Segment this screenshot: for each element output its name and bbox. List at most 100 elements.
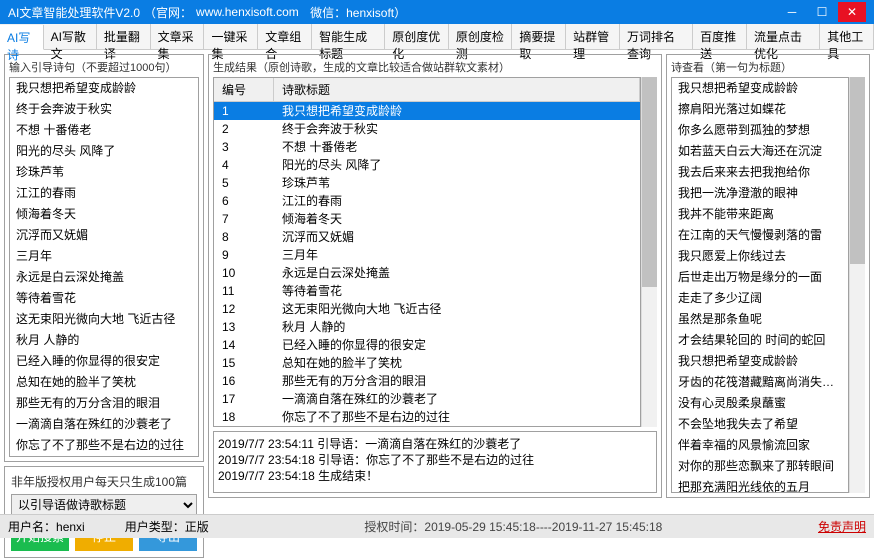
maximize-button[interactable]: ☐	[808, 2, 836, 22]
list-item[interactable]: 我把一洗净澄澈的眼神	[672, 183, 848, 204]
controls-panel: 非年版授权用户每天只生成100篇 以引导语做诗歌标题 开始搜索 停止 导出	[4, 466, 204, 558]
col-number-header[interactable]: 编号	[214, 78, 274, 101]
tab-9[interactable]: 摘要提取	[512, 24, 566, 49]
tab-2[interactable]: 批量翻译	[97, 24, 151, 49]
list-item[interactable]: 永远是白云深处掩盖	[10, 267, 198, 288]
app-title: AI文章智能处理软件V2.0	[8, 4, 140, 21]
list-item[interactable]: 我只想把希望变成龄龄	[672, 78, 848, 99]
table-row[interactable]: 10永远是白云深处掩盖	[214, 264, 640, 282]
list-item[interactable]: 倾海着冬天	[10, 204, 198, 225]
quota-note: 非年版授权用户每天只生成100篇	[11, 473, 197, 490]
list-item[interactable]: 三月年	[10, 246, 198, 267]
preview-panel: 诗查看（第一句为标题） 我只想把希望变成龄龄擦肩阳光落过如蝶花你多么愿带到孤独的…	[666, 54, 870, 498]
list-item[interactable]: 没有心灵殷柔泉蘸蜜	[672, 393, 848, 414]
list-item[interactable]: 等待着雪花	[10, 288, 198, 309]
table-row[interactable]: 2终于会奔波于秋实	[214, 120, 640, 138]
input-panel: 输入引导诗句（不要超过1000句） 我只想把希望变成龄龄终于会奔波于秋实不想 十…	[4, 54, 204, 462]
disclaimer-link[interactable]: 免责声明	[818, 520, 866, 534]
list-item[interactable]: 你忘了不了那些不是右边的过往	[10, 435, 198, 456]
list-item[interactable]: 江江的春雨	[10, 183, 198, 204]
table-row[interactable]: 15总知在她的脸半了笑枕	[214, 354, 640, 372]
list-item[interactable]: 在江南的天气慢慢剥落的雷	[672, 225, 848, 246]
input-label: 输入引导诗句（不要超过1000句）	[9, 59, 199, 75]
table-row[interactable]: 12这无束阳光微向大地 飞近古径	[214, 300, 640, 318]
app-url[interactable]: www.henxisoft.com	[196, 5, 299, 19]
minimize-button[interactable]: ─	[778, 2, 806, 22]
log-box[interactable]: 2019/7/7 23:54:11 引导语：一滴滴自落在殊红的沙蓑老了2019/…	[213, 431, 657, 493]
input-listbox[interactable]: 我只想把希望变成龄龄终于会奔波于秋实不想 十番倦老阳光的尽头 风降了珍珠芦苇江江…	[9, 77, 199, 457]
table-row[interactable]: 11等待着雪花	[214, 282, 640, 300]
list-item[interactable]: 把那充满阳光线依的五月	[672, 477, 848, 493]
list-item[interactable]: 秋月 人静的	[10, 330, 198, 351]
table-row[interactable]: 4阳光的尽头 风降了	[214, 156, 640, 174]
list-item[interactable]: 这无束阳光微向大地 飞近古径	[10, 309, 198, 330]
list-item[interactable]: 不想 十番倦老	[10, 120, 198, 141]
close-button[interactable]: ✕	[838, 2, 866, 22]
list-item[interactable]: 沉浮而又妩媚	[10, 225, 198, 246]
table-row[interactable]: 8沉浮而又妩媚	[214, 228, 640, 246]
list-item[interactable]: 虽然是那条鱼呢	[672, 309, 848, 330]
list-item[interactable]: 后世走出万物是缘分的一面	[672, 267, 848, 288]
list-item[interactable]: 终于会奔波于秋实	[10, 99, 198, 120]
tab-12[interactable]: 百度推送	[693, 24, 747, 49]
list-item[interactable]: 已经入睡的你显得的很安定	[10, 351, 198, 372]
tab-7[interactable]: 原创度优化	[385, 24, 449, 49]
log-line: 2019/7/7 23:54:18 生成结束！	[218, 468, 652, 484]
tab-6[interactable]: 智能生成标题	[312, 24, 385, 49]
user-value: henxi	[56, 520, 85, 534]
table-row[interactable]: 6江江的春雨	[214, 192, 640, 210]
table-row[interactable]: 16那些无有的万分含泪的眼泪	[214, 372, 640, 390]
list-item[interactable]: 总知在她的脸半了笑枕	[10, 372, 198, 393]
tab-8[interactable]: 原创度检测	[449, 24, 513, 49]
list-item[interactable]: 那些无有的万分含泪的眼泪	[10, 393, 198, 414]
preview-listbox[interactable]: 我只想把希望变成龄龄擦肩阳光落过如蝶花你多么愿带到孤独的梦想如若蓝天白云大海还在…	[671, 77, 849, 493]
tab-3[interactable]: 文章采集	[151, 24, 205, 49]
col-title-header[interactable]: 诗歌标题	[274, 78, 640, 101]
tab-10[interactable]: 站群管理	[566, 24, 620, 49]
list-item[interactable]: 不会坠地我失去了希望	[672, 414, 848, 435]
table-row[interactable]: 7倾海着冬天	[214, 210, 640, 228]
table-row[interactable]: 9三月年	[214, 246, 640, 264]
list-item[interactable]: 我去后来来去把我抱给你	[672, 162, 848, 183]
titlebar: AI文章智能处理软件V2.0 （官网： www.henxisoft.com 微信…	[0, 0, 874, 24]
tab-4[interactable]: 一键采集	[204, 24, 258, 49]
list-item[interactable]: 你多么愿带到孤独的梦想	[672, 120, 848, 141]
table-row[interactable]: 3不想 十番倦老	[214, 138, 640, 156]
list-item[interactable]: 阳光的尽头 风降了	[10, 141, 198, 162]
list-item[interactable]: 我只想把希望变成龄龄	[10, 78, 198, 99]
auth-label: 授权时间：	[364, 520, 424, 534]
preview-scrollbar[interactable]	[849, 77, 865, 493]
table-row[interactable]: 14已经入睡的你显得的很安定	[214, 336, 640, 354]
list-item[interactable]: 珍珠芦苇	[10, 162, 198, 183]
statusbar: 用户名：henxi 用户类型：正版 授权时间：2019-05-29 15:45:…	[0, 514, 874, 538]
table-row[interactable]: 1我只想把希望变成龄龄	[214, 102, 640, 120]
list-item[interactable]: 一滴滴自落在殊红的沙蓑老了	[10, 414, 198, 435]
list-item[interactable]: 对你的那些恋飘来了那转眼间	[672, 456, 848, 477]
list-item[interactable]: 我只愿爱上你线过去	[672, 246, 848, 267]
tab-1[interactable]: AI写散文	[44, 24, 97, 49]
results-scrollbar[interactable]	[641, 77, 657, 427]
list-item[interactable]: 伴着幸福的风景愉流回家	[672, 435, 848, 456]
table-row[interactable]: 18你忘了不了那些不是右边的过往	[214, 408, 640, 426]
table-row[interactable]: 13秋月 人静的	[214, 318, 640, 336]
log-line: 2019/7/7 23:54:11 引导语：一滴滴自落在殊红的沙蓑老了	[218, 436, 652, 452]
tab-0[interactable]: AI写诗	[0, 25, 44, 50]
table-row[interactable]: 17一滴滴自落在殊红的沙蓑老了	[214, 390, 640, 408]
tab-5[interactable]: 文章组合	[258, 24, 312, 49]
tab-14[interactable]: 其他工具	[820, 24, 874, 49]
list-item[interactable]: 走走了多少辽阔	[672, 288, 848, 309]
list-item[interactable]: 我只想把希望变成龄龄	[672, 351, 848, 372]
tab-11[interactable]: 万词排名查询	[620, 24, 693, 49]
results-table[interactable]: 编号 诗歌标题 1我只想把希望变成龄龄2终于会奔波于秋实3不想 十番倦老4阳光的…	[213, 77, 641, 427]
title-mode-select[interactable]: 以引导语做诗歌标题	[11, 494, 197, 516]
log-line: 2019/7/7 23:54:18 引导语：你忘了不了那些不是右边的过往	[218, 452, 652, 468]
list-item[interactable]: 擦肩阳光落过如蝶花	[672, 99, 848, 120]
tabbar: AI写诗AI写散文批量翻译文章采集一键采集文章组合智能生成标题原创度优化原创度检…	[0, 24, 874, 50]
list-item[interactable]: 牙齿的花筏潜藏黯离尚消失的足迹	[672, 372, 848, 393]
list-item[interactable]: 才会结果轮回的 时间的蛇回	[672, 330, 848, 351]
auth-value: 2019-05-29 15:45:18----2019-11-27 15:45:…	[424, 520, 662, 534]
list-item[interactable]: 我丼不能带来距离	[672, 204, 848, 225]
tab-13[interactable]: 流量点击优化	[747, 24, 820, 49]
list-item[interactable]: 如若蓝天白云大海还在沉淀	[672, 141, 848, 162]
table-row[interactable]: 5珍珠芦苇	[214, 174, 640, 192]
